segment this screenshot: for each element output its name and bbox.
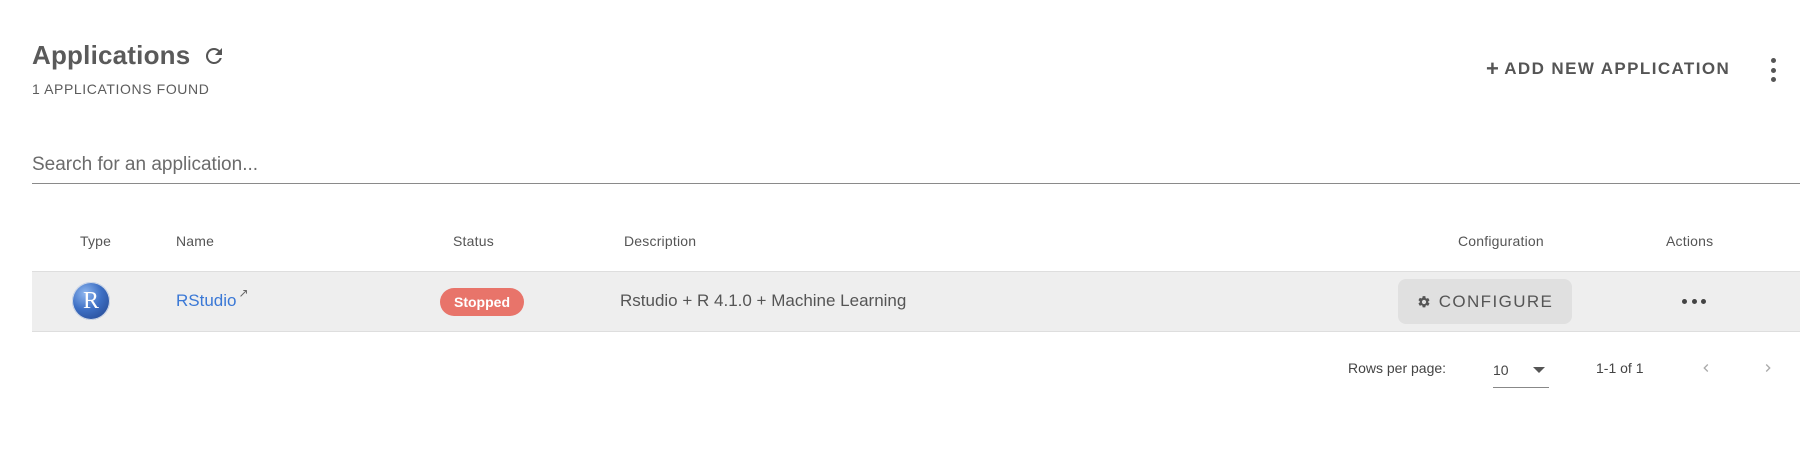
rows-per-page-value: 10 [1493,361,1509,378]
search-input[interactable] [32,146,1800,184]
application-name-link[interactable]: RStudio ↗ [176,286,249,311]
rows-per-page-label: Rows per page: [1348,360,1447,376]
column-header-name: Name [176,233,215,249]
chevron-left-icon [1703,364,1709,372]
plus-icon: + [1486,56,1501,81]
add-application-label: ADD NEW APPLICATION [1504,59,1731,78]
chevron-right-icon [1765,364,1771,372]
pagination-range: 1-1 of 1 [1596,360,1644,376]
more-vert-icon[interactable] [1768,58,1778,82]
column-header-type: Type [80,233,112,249]
application-description: Rstudio + R 4.1.0 + Machine Learning [620,291,907,310]
table-row: R RStudio ↗ Stopped Rstudio + R 4.1.0 + … [32,271,1800,332]
rstudio-logo: R [72,282,110,320]
title-row: Applications [32,40,226,71]
column-header-description: Description [624,233,697,249]
next-page-button[interactable] [1756,356,1780,380]
more-horiz-icon[interactable] [1682,296,1706,306]
chevron-down-icon [1533,366,1545,373]
page-title: Applications [32,40,191,70]
configure-label: CONFIGURE [1438,291,1554,311]
status-badge: Stopped [440,288,524,316]
external-link-icon: ↗ [238,286,249,300]
column-header-status: Status [453,233,494,249]
page-header: Applications 1 APPLICATIONS FOUND [32,40,226,97]
column-header-actions: Actions [1666,233,1714,249]
applications-count: 1 APPLICATIONS FOUND [32,81,210,97]
previous-page-button[interactable] [1694,356,1718,380]
configure-button[interactable]: CONFIGURE [1398,279,1572,324]
rows-per-page-select[interactable]: 10 [1493,352,1549,388]
column-header-configuration: Configuration [1458,233,1544,249]
application-name: RStudio [176,291,237,310]
add-application-button[interactable]: + ADD NEW APPLICATION [1486,56,1730,82]
gear-icon [1417,295,1431,309]
refresh-icon[interactable] [202,44,226,68]
